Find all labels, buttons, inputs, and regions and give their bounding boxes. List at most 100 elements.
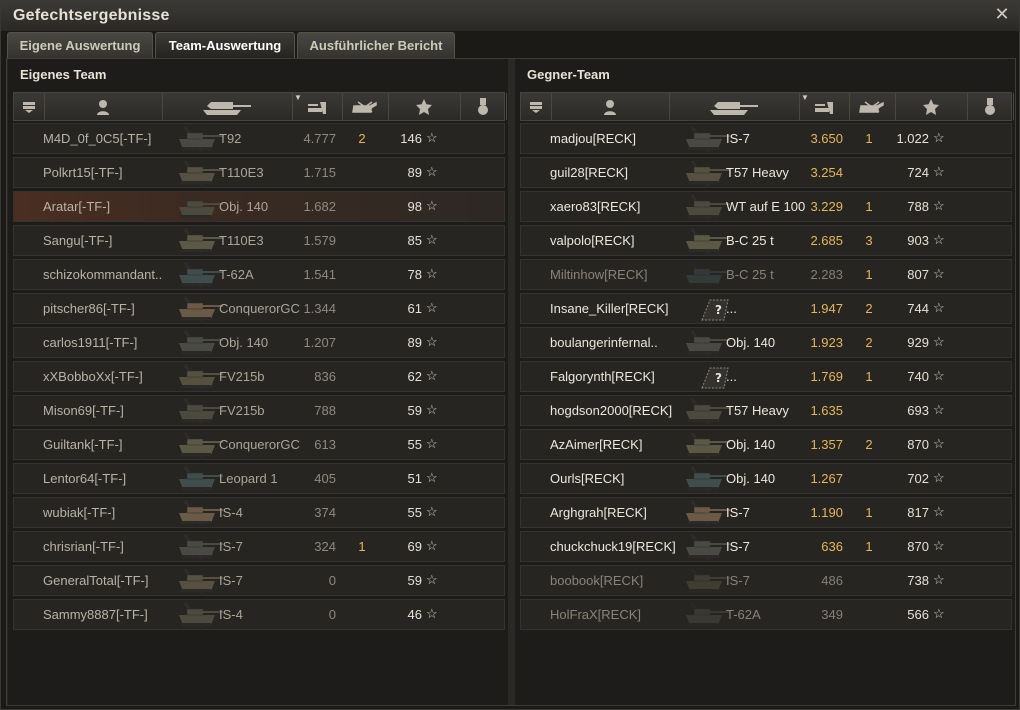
player-row[interactable]: M4D_0f_0C5[-TF-] T92 4.777 2 146 ☆ [13,123,505,154]
tank-silhouette-icon [171,227,225,255]
medal-column-header[interactable] [967,93,1014,120]
player-row[interactable]: Guiltank[-TF-] ConquerorGC 613 55 ☆ [13,429,505,460]
tank-silhouette-icon [171,567,225,595]
vehicle-name: IS-7 [726,131,750,146]
frags-value: 3 [865,233,873,248]
star-icon: ☆ [426,266,438,281]
player-row[interactable]: xXBobboXx[-TF-] FV215b 836 62 ☆ [13,361,505,392]
vehicle-name: IS-4 [219,607,243,622]
player-row[interactable]: Falgorynth[RECK]?... 1.769 1 740 ☆ [520,361,1012,392]
player-row[interactable]: AzAimer[RECK] Obj. 140 1.357 2 870 ☆ [520,429,1012,460]
tank-icon [706,98,762,116]
damage-column-header[interactable]: ▼ [292,93,343,120]
star-icon: ☆ [933,538,945,553]
player-column-header[interactable] [44,93,163,120]
star-icon: ☆ [426,606,438,621]
tab-team-results[interactable]: Team-Auswertung [155,32,295,58]
platoon-column-header[interactable] [14,93,45,120]
vehicle-name: IS-7 [219,539,243,554]
medal-column-header[interactable] [460,93,507,120]
tank-silhouette-icon [171,397,225,425]
tank-silhouette-icon [171,261,225,289]
player-row[interactable]: Ourls[RECK] Obj. 140 1.267 702 ☆ [520,463,1012,494]
star-icon: ☆ [933,232,945,247]
damage-value: 1.947 [810,301,843,316]
tab-detailed-report[interactable]: Ausführlicher Bericht [297,32,455,58]
player-row[interactable]: hogdson2000[RECK] T57 Heavy 1.635 693 ☆ [520,395,1012,426]
vehicle-name: T57 Heavy [726,403,789,418]
tank-silhouette-icon [171,431,225,459]
svg-text:?: ? [715,371,722,385]
player-row[interactable]: madjou[RECK] IS-7 3.650 1 1.022 ☆ [520,123,1012,154]
player-row[interactable]: GeneralTotal[-TF-] IS-7 0 59 ☆ [13,565,505,596]
player-row[interactable]: carlos1911[-TF-] Obj. 140 1.207 89 ☆ [13,327,505,358]
xp-value: 85 [407,233,422,248]
player-row[interactable]: Arghgrah[RECK] IS-7 1.190 1 817 ☆ [520,497,1012,528]
player-row[interactable]: wubiak[-TF-] IS-4 374 55 ☆ [13,497,505,528]
tank-silhouette-icon [678,227,732,255]
player-row[interactable]: Aratar[-TF-] Obj. 140 1.682 98 ☆ [13,191,505,222]
player-column-header[interactable] [551,93,670,120]
player-row[interactable]: Lentor64[-TF-] Leopard 1 405 51 ☆ [13,463,505,494]
frags-icon [857,100,887,114]
tank-column-header[interactable] [669,93,800,120]
vehicle-name: FV215b [219,369,265,384]
player-row[interactable]: Sangu[-TF-] T110E3 1.579 85 ☆ [13,225,505,256]
star-icon: ☆ [426,164,438,179]
player-row[interactable]: schizokommandant.. T-62A 1.541 78 ☆ [13,259,505,290]
player-row[interactable]: Miltinhow[RECK] B-C 25 t 2.283 1 807 ☆ [520,259,1012,290]
player-row[interactable]: Polkrt15[-TF-] T110E3 1.715 89 ☆ [13,157,505,188]
player-row[interactable]: chrisrian[-TF-] IS-7 324 1 69 ☆ [13,531,505,562]
star-icon: ☆ [426,368,438,383]
player-row[interactable]: boulangerinfernal.. Obj. 140 1.923 2 929 ☆ [520,327,1012,358]
tank-silhouette-icon [171,159,225,187]
vehicle-name: T57 Heavy [726,165,789,180]
vehicle-name: Obj. 140 [726,335,776,350]
player-row[interactable]: boobook[RECK] IS-7 486 738 ☆ [520,565,1012,596]
player-row[interactable]: Insane_Killer[RECK]?... 1.947 2 744 ☆ [520,293,1012,324]
xp-value: 98 [407,199,422,214]
svg-text:?: ? [715,303,722,317]
frags-value: 2 [865,437,873,452]
tank-silhouette-icon [678,465,732,493]
damage-value: 374 [314,505,336,520]
tab-own-results[interactable]: Eigene Auswertung [7,32,153,58]
vehicle-name: T110E3 [219,165,264,180]
player-row[interactable]: chuckchuck19[RECK] IS-7 636 1 870 ☆ [520,531,1012,562]
damage-value: 1.190 [810,505,843,520]
platoon-column-header[interactable] [521,93,552,120]
vehicle-name: ... [726,301,737,316]
enemy-team-panel: Gegner-Team ▼ madjou[RECK] IS-7 3.650 1 1.0… [515,59,1015,705]
player-row[interactable]: guil28[RECK] T57 Heavy 3.254 724 ☆ [520,157,1012,188]
player-row[interactable]: valpolo[RECK] B-C 25 t 2.685 3 903 ☆ [520,225,1012,256]
player-row[interactable]: pitscher86[-TF-] ConquerorGC 1.344 61 ☆ [13,293,505,324]
star-icon: ☆ [933,368,945,383]
star-icon: ☆ [933,334,945,349]
close-icon[interactable]: ✕ [993,5,1011,23]
tank-silhouette-icon [171,363,225,391]
player-icon [96,99,110,115]
damage-value: 2.283 [810,267,843,282]
tank-column-header[interactable] [162,93,293,120]
frags-icon [350,100,380,114]
tank-silhouette-icon [678,159,732,187]
damage-column-header[interactable]: ▼ [799,93,850,120]
player-row[interactable]: xaero83[RECK] WT auf E 100 3.229 1 788 ☆ [520,191,1012,222]
xp-star-icon [416,98,432,115]
tank-silhouette-icon [171,533,225,561]
player-row[interactable]: HolFraX[RECK] T-62A 349 566 ☆ [520,599,1012,630]
xp-star-column-header[interactable] [388,93,461,120]
tank-silhouette-icon [678,533,732,561]
xp-value: 744 [907,301,929,316]
damage-value: 1.769 [810,369,843,384]
player-row[interactable]: Mison69[-TF-] FV215b 788 59 ☆ [13,395,505,426]
tank-silhouette-icon [171,499,225,527]
xp-value: 724 [907,165,929,180]
player-row[interactable]: Sammy8887[-TF-] IS-4 0 46 ☆ [13,599,505,630]
platoon-icon [22,100,36,114]
vehicle-name: IS-7 [726,505,750,520]
xp-star-column-header[interactable] [895,93,968,120]
frags-column-header[interactable] [342,93,389,120]
frags-value: 1 [865,199,873,214]
frags-column-header[interactable] [849,93,896,120]
